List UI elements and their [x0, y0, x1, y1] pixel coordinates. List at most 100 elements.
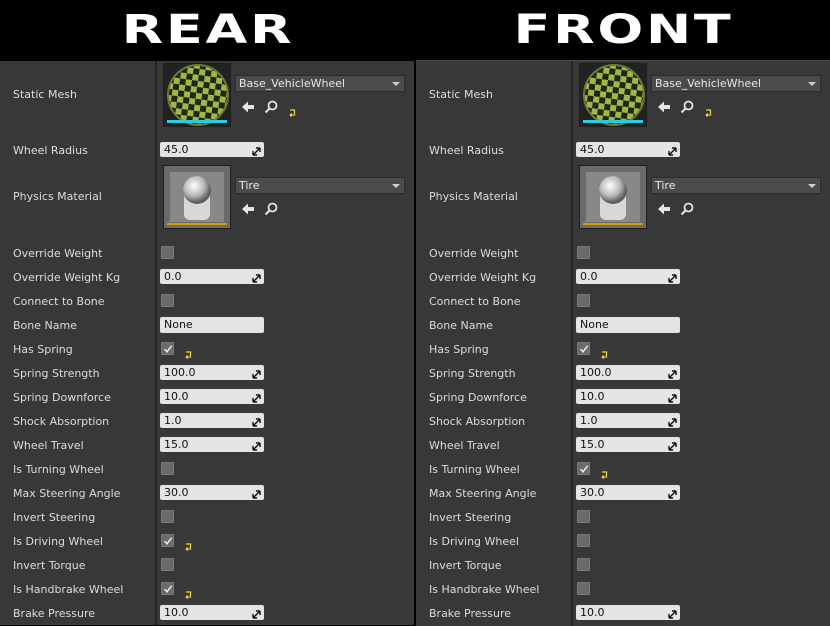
drag-handle-icon[interactable] — [252, 440, 261, 451]
reset-to-default-icon[interactable] — [704, 102, 712, 118]
is-handbrake-wheel-checkbox[interactable] — [577, 582, 590, 595]
is-turning-wheel-checkbox[interactable] — [577, 462, 590, 475]
brake-pressure-input[interactable]: 10.0 — [576, 605, 680, 620]
bone-name-input[interactable]: None — [160, 317, 264, 333]
max-steering-angle-input[interactable]: 30.0 — [160, 485, 264, 500]
spring-downforce-input[interactable]: 10.0 — [576, 389, 680, 404]
brake-pressure-input[interactable]: 10.0 — [160, 605, 264, 620]
bone-name-label: Bone Name — [429, 319, 493, 332]
static-mesh-asset-combo[interactable]: Base_VehicleWheel — [235, 75, 405, 92]
magnifier-icon[interactable] — [680, 201, 694, 216]
shock-absorption-input[interactable]: 1.0 — [160, 413, 264, 428]
physics-material-label: Physics Material — [13, 190, 102, 203]
physics-material-asset-combo[interactable]: Tire — [651, 177, 821, 194]
reset-to-default-icon[interactable] — [600, 464, 608, 480]
row-invert-steering: Invert Steering — [416, 505, 830, 529]
spring-strength-input[interactable]: 100.0 — [160, 365, 264, 380]
row-is-handbrake-wheel: Is Handbrake Wheel — [0, 577, 414, 601]
row-spring-downforce: Spring Downforce 10.0 — [0, 385, 414, 409]
static-mesh-thumbnail[interactable] — [163, 63, 231, 127]
static-mesh-thumbnail[interactable] — [579, 63, 647, 127]
row-brake-pressure: Brake Pressure 10.0 — [0, 601, 414, 625]
invert-torque-checkbox[interactable] — [161, 558, 174, 571]
row-is-driving-wheel: Is Driving Wheel — [0, 529, 414, 553]
drag-handle-icon[interactable] — [668, 416, 677, 427]
invert-steering-checkbox[interactable] — [161, 510, 174, 523]
drag-handle-icon[interactable] — [252, 368, 261, 379]
connect-to-bone-label: Connect to Bone — [429, 295, 521, 308]
is-turning-wheel-label: Is Turning Wheel — [429, 463, 520, 476]
front-header: FRONT — [513, 7, 733, 53]
wheel-radius-input[interactable]: 45.0 — [160, 142, 264, 157]
drag-handle-icon[interactable] — [668, 145, 677, 156]
chevron-down-icon — [808, 184, 816, 188]
reset-to-default-icon[interactable] — [184, 584, 192, 600]
spring-downforce-input[interactable]: 10.0 — [160, 389, 264, 404]
has-spring-checkbox[interactable] — [577, 342, 590, 355]
wheel-radius-input[interactable]: 45.0 — [576, 142, 680, 157]
row-wheel-travel: Wheel Travel 15.0 — [0, 433, 414, 457]
drag-handle-icon[interactable] — [252, 488, 261, 499]
drag-handle-icon[interactable] — [668, 392, 677, 403]
bone-name-input[interactable]: None — [576, 317, 680, 333]
connect-to-bone-checkbox[interactable] — [577, 294, 590, 307]
arrow-left-icon[interactable] — [657, 99, 671, 113]
drag-handle-icon[interactable] — [668, 368, 677, 379]
magnifier-icon[interactable] — [680, 99, 694, 114]
magnifier-icon[interactable] — [264, 201, 278, 216]
drag-handle-icon[interactable] — [668, 440, 677, 451]
spring-strength-label: Spring Strength — [13, 367, 100, 380]
reset-to-default-icon[interactable] — [184, 536, 192, 552]
drag-handle-icon[interactable] — [252, 392, 261, 403]
wheel-travel-input[interactable]: 15.0 — [576, 437, 680, 452]
wheel-radius-label: Wheel Radius — [13, 144, 88, 157]
invert-torque-checkbox[interactable] — [577, 558, 590, 571]
wheel-travel-input[interactable]: 15.0 — [160, 437, 264, 452]
static-mesh-asset-combo[interactable]: Base_VehicleWheel — [651, 75, 821, 92]
invert-steering-checkbox[interactable] — [577, 510, 590, 523]
reset-to-default-icon[interactable] — [184, 344, 192, 360]
physics-material-asset-combo[interactable]: Tire — [235, 177, 405, 194]
drag-handle-icon[interactable] — [252, 145, 261, 156]
physics-material-thumbnail[interactable] — [163, 165, 231, 229]
row-shock-absorption: Shock Absorption 1.0 — [416, 409, 830, 433]
has-spring-checkbox[interactable] — [161, 342, 174, 355]
is-handbrake-wheel-checkbox[interactable] — [161, 582, 174, 595]
spring-strength-input[interactable]: 100.0 — [576, 365, 680, 380]
invert-torque-label: Invert Torque — [429, 559, 502, 572]
drag-handle-icon[interactable] — [252, 608, 261, 619]
arrow-left-icon[interactable] — [241, 201, 255, 215]
magnifier-icon[interactable] — [264, 99, 278, 114]
is-driving-wheel-checkbox[interactable] — [161, 534, 174, 547]
drag-handle-icon[interactable] — [252, 272, 261, 283]
drag-handle-icon[interactable] — [668, 272, 677, 283]
connect-to-bone-checkbox[interactable] — [161, 294, 174, 307]
override-weight-kg-input[interactable]: 0.0 — [576, 269, 680, 284]
is-handbrake-wheel-label: Is Handbrake Wheel — [13, 583, 124, 596]
override-weight-checkbox[interactable] — [577, 246, 590, 259]
row-has-spring: Has Spring — [0, 337, 414, 361]
chevron-down-icon — [392, 82, 400, 86]
brake-pressure-label: Brake Pressure — [13, 607, 96, 620]
drag-handle-icon[interactable] — [668, 608, 677, 619]
arrow-left-icon[interactable] — [241, 99, 255, 113]
max-steering-angle-input[interactable]: 30.0 — [576, 485, 680, 500]
override-weight-checkbox[interactable] — [161, 246, 174, 259]
is-driving-wheel-checkbox[interactable] — [577, 534, 590, 547]
is-turning-wheel-checkbox[interactable] — [161, 462, 174, 475]
reset-to-default-icon[interactable] — [288, 102, 296, 118]
chevron-down-icon — [808, 82, 816, 86]
override-weight-kg-input[interactable]: 0.0 — [160, 269, 264, 284]
shock-absorption-input[interactable]: 1.0 — [576, 413, 680, 428]
override-weight-kg-value: 0.0 — [580, 270, 598, 283]
static-mesh-asset-name: Base_VehicleWheel — [655, 77, 762, 90]
row-spring-strength: Spring Strength 100.0 — [416, 361, 830, 385]
override-weight-kg-value: 0.0 — [164, 270, 182, 283]
reset-to-default-icon[interactable] — [600, 344, 608, 360]
arrow-left-icon[interactable] — [657, 201, 671, 215]
drag-handle-icon[interactable] — [252, 416, 261, 427]
spring-downforce-value: 10.0 — [164, 390, 189, 403]
physics-material-thumbnail[interactable] — [579, 165, 647, 229]
drag-handle-icon[interactable] — [668, 488, 677, 499]
brake-pressure-label: Brake Pressure — [429, 607, 512, 620]
